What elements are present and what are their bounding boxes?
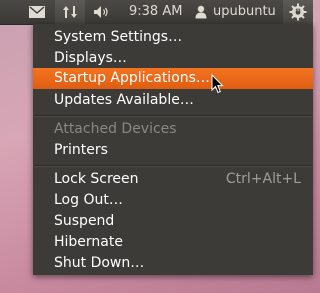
volume-icon[interactable] (88, 0, 116, 24)
menu-separator (34, 165, 312, 167)
menu-item-label: Log Out… (54, 192, 123, 208)
network-arrows-icon[interactable] (55, 0, 85, 24)
menu-item-label: Suspend (54, 213, 115, 229)
menu-item-log-out[interactable]: Log Out… (33, 190, 313, 211)
menu-section-heading: Attached Devices (54, 121, 177, 137)
menu-item-label: Displays… (54, 50, 127, 66)
menu-item-label: Hibernate (54, 234, 123, 250)
menu-item-suspend[interactable]: Suspend (33, 211, 313, 232)
menu-item-shut-down[interactable]: Shut Down… (33, 253, 313, 274)
menu-item-startup-applications[interactable]: Startup Applications… (33, 68, 313, 89)
menu-item-label: Updates Available… (54, 92, 194, 108)
menu-item-label: Printers (54, 142, 108, 158)
menu-separator (34, 115, 312, 117)
clock[interactable]: 9:38 AM (129, 0, 182, 24)
menu-item-updates-available[interactable]: Updates Available… (33, 90, 313, 111)
menu-item-system-settings[interactable]: System Settings… (33, 27, 313, 48)
menu-item-label: Lock Screen (54, 171, 139, 187)
menu-item-label: Startup Applications… (54, 70, 210, 86)
menu-item-displays[interactable]: Displays… (33, 48, 313, 69)
top-panel: 9:38 AM upubuntu (0, 0, 313, 25)
power-gear-icon[interactable] (283, 0, 313, 24)
mouse-pointer-icon (211, 73, 224, 98)
menu-item-printers[interactable]: Printers (33, 140, 313, 161)
envelope-icon[interactable] (26, 0, 48, 24)
user-name[interactable]: upubuntu (213, 0, 276, 24)
menu-item-lock-screen[interactable]: Lock Screen Ctrl+Alt+L (33, 169, 313, 190)
menu-item-hibernate[interactable]: Hibernate (33, 232, 313, 253)
user-icon[interactable] (193, 0, 209, 24)
menu-item-shortcut: Ctrl+Alt+L (225, 171, 301, 187)
menu-item-label: System Settings… (54, 29, 183, 45)
menu-item-label: Shut Down… (54, 255, 145, 271)
session-menu: System Settings… Displays… Startup Appli… (33, 24, 313, 275)
menu-item-attached-devices: Attached Devices (33, 119, 313, 140)
